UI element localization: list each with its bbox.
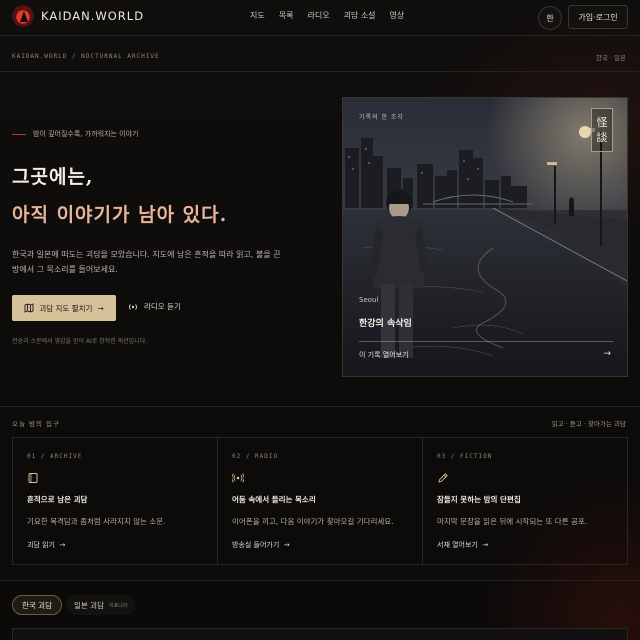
region-switch[interactable]: 한국 · 일본	[596, 52, 626, 62]
book-icon	[28, 473, 38, 483]
entry-link[interactable]: 서재 열어보기 →	[437, 540, 488, 550]
entry-card-archive[interactable]: 01 / ARCHIVE 흔적으로 남은 괴담 기묘한 목격담과 좀처럼 사라지…	[13, 438, 218, 564]
map-icon	[24, 303, 34, 313]
logo-text: KAIDAN.WORLD	[41, 9, 145, 23]
eyebrow-text: 밤이 깊어질수록, 가까워지는 이야기	[33, 130, 139, 138]
pen-icon	[438, 473, 448, 483]
nav-item-fiction[interactable]: 괴담 소설	[344, 10, 376, 21]
arrow-right-icon: →	[57, 541, 66, 549]
hero-eyebrow: 밤이 깊어질수록, 가까워지는 이야기	[12, 129, 139, 139]
entry-card-fiction[interactable]: 03 / FICTION 잠들지 못하는 밤의 단편집 마지막 문장을 읽은 뒤…	[423, 438, 627, 564]
arrow-right-icon: →	[281, 541, 290, 549]
arrow-right-icon: →	[97, 303, 104, 313]
nav-item-list[interactable]: 목록	[279, 10, 294, 21]
entry-description: 기묘한 목격담과 좀처럼 사라지지 않는 소문.	[27, 517, 166, 526]
hero-divider	[0, 406, 640, 407]
hero-headline-line1: 그곳에는,	[12, 166, 94, 188]
logo[interactable]: KAIDAN.WORLD	[12, 5, 144, 27]
eyebrow-line	[12, 133, 26, 135]
entry-grid: 01 / ARCHIVE 흔적으로 남은 괴담 기묘한 목격담과 좀처럼 사라지…	[12, 437, 628, 565]
content-panel-top	[12, 628, 628, 640]
featured-story-card[interactable]: 기록의 한 조각 怪 談 Seoul 한강의 속삭임 이 기록 열어보기 →	[342, 97, 628, 377]
nav-item-radio[interactable]: 라디오	[307, 10, 329, 21]
open-map-button[interactable]: 괴담 지도 펼치기 →	[12, 295, 116, 321]
entry-link-label: 괴담 읽기	[27, 541, 55, 549]
listen-radio-label: 라디오 듣기	[144, 302, 181, 311]
entry-title: 흔적으로 남은 괴담	[27, 495, 88, 504]
hero-description: 한국과 일본에 떠도는 괴담을 모았습니다. 지도에 남은 흔적을 따라 읽고,…	[12, 250, 281, 274]
arrow-right-icon[interactable]: →	[603, 349, 611, 359]
entry-link-label: 방송실 들어가기	[232, 541, 280, 549]
breadcrumb-divider	[0, 71, 640, 72]
header-divider	[0, 35, 640, 36]
card-place: Seoul	[359, 296, 379, 304]
ai-fiction-notice: 전승과 소문에서 영감을 얻어 AI로 창작한 픽션입니다.	[12, 338, 148, 345]
open-map-label: 괴담 지도 펼치기	[39, 303, 93, 313]
login-button[interactable]: 가입·로그인	[568, 5, 628, 29]
kanji-char-1: 怪	[596, 116, 608, 129]
nav-item-map[interactable]: 지도	[250, 10, 265, 21]
kaidan-kanji-badge: 怪 談	[591, 108, 613, 152]
section-tagline: 읽고 · 듣고 · 찾아가는 괴담	[551, 420, 626, 428]
entry-card-radio[interactable]: 02 / RADIO 어둠 속에서 들리는 목소리 이어폰을 끼고, 다음 이야…	[218, 438, 423, 564]
open-record-link[interactable]: 이 기록 열어보기	[359, 350, 409, 360]
entry-number: 02 / RADIO	[232, 453, 279, 460]
entry-description: 마지막 문장을 읽은 뒤에 시작되는 또 다른 공포.	[437, 517, 588, 526]
entry-link[interactable]: 괴담 읽기 →	[27, 540, 65, 550]
night-river-illustration	[343, 98, 627, 376]
arrow-right-icon: →	[480, 541, 489, 549]
listen-radio-link[interactable]: 라디오 듣기	[128, 301, 181, 312]
entry-title: 어둠 속에서 들리는 목소리	[232, 495, 316, 504]
card-tag: 기록의 한 조각	[359, 114, 404, 121]
hero-headline-line2: 아직 이야기가 남아 있다.	[12, 204, 228, 226]
tab-korea[interactable]: 한국 괴담	[12, 595, 62, 615]
entry-title: 잠들지 못하는 밤의 단편집	[437, 495, 521, 504]
breadcrumb: KAIDAN.WORLD / NOCTURNAL ARCHIVE	[12, 53, 160, 60]
language-button[interactable]: 한	[538, 6, 562, 30]
card-title: 한강의 속삭임	[359, 319, 412, 329]
radio-wave-icon	[129, 303, 137, 310]
section-label: 오늘 밤의 입구	[12, 420, 61, 428]
entry-number: 03 / FICTION	[437, 453, 493, 460]
radio-icon	[232, 473, 244, 483]
tab-japan-label: 일본 괴담	[74, 600, 104, 610]
nav-item-video[interactable]: 영상	[390, 10, 405, 21]
logo-mark-icon	[12, 5, 34, 27]
entry-link[interactable]: 방송실 들어가기 →	[232, 540, 290, 550]
entry-description: 이어폰을 끼고, 다음 이야기가 찾아오길 기다리세요.	[232, 517, 394, 526]
card-divider	[359, 341, 613, 342]
section-divider	[0, 580, 640, 581]
entry-link-label: 서재 열어보기	[437, 541, 478, 549]
tab-japan[interactable]: 일본 괴담 이포니아	[66, 595, 136, 615]
main-nav: 지도 목록 라디오 괴담 소설 영상	[250, 10, 404, 21]
entry-number: 01 / ARCHIVE	[27, 453, 83, 460]
tab-japan-sub: 이포니아	[108, 602, 128, 609]
kanji-char-2: 談	[596, 131, 608, 144]
